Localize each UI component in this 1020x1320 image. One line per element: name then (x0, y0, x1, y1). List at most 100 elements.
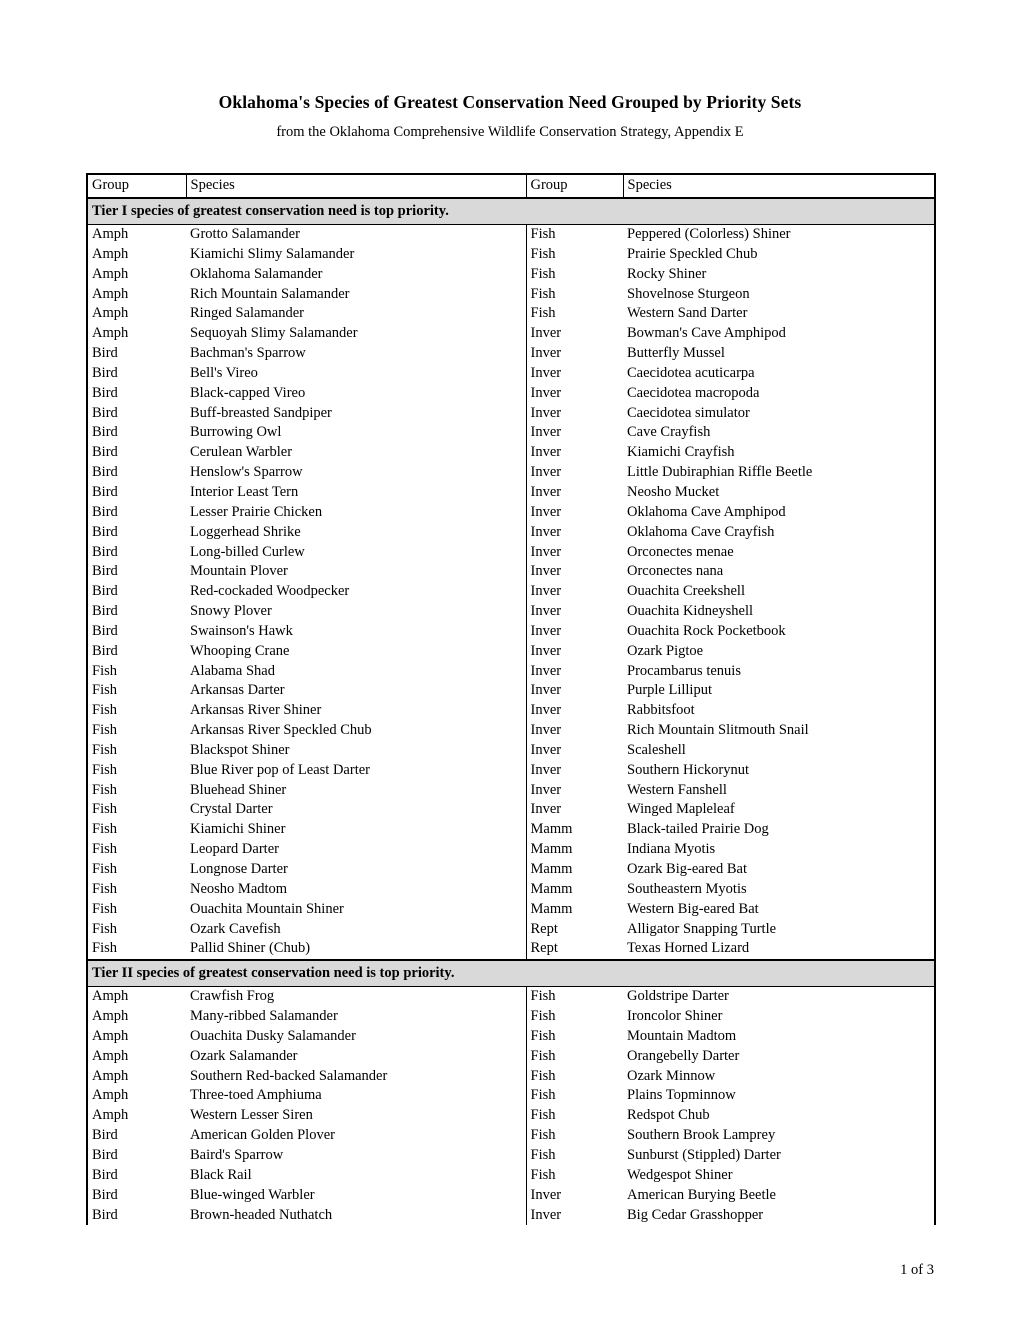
table-row: Amph Ozark Salamander Fish Orangebelly Dart… (87, 1046, 935, 1067)
cell-species-left: Whooping Crane (190, 642, 290, 659)
table-row: Bird Bachman's Sparrow Inver Butterfly Muss… (87, 344, 935, 364)
cell-species-right: Rich Mountain Slitmouth Snail (627, 722, 809, 739)
cell-species-left: Loggerhead Shrike (190, 523, 301, 540)
cell-species-left: Bluehead Shiner (190, 781, 287, 798)
cell-species-left: Ozark Cavefish (190, 920, 281, 937)
cell-group-left: Bird (92, 503, 118, 520)
cell-species-left: Mountain Plover (190, 563, 288, 580)
cell-group-left: Amph (92, 1047, 129, 1064)
table-row: Fish Arkansas Darter Inver Purple Lilliput (87, 681, 935, 702)
cell-group-right: Mamm (525, 840, 623, 860)
cell-group-right: Inver (525, 681, 623, 702)
cell-species-left: Blue-winged Warbler (190, 1186, 315, 1203)
cell-group-left: Fish (92, 861, 117, 877)
cell-group-right: Inver (525, 740, 623, 761)
column-header-group-right: Group (525, 173, 623, 199)
cell-species-right: Mountain Madtom (627, 1027, 737, 1044)
cell-species-right: Southeastern Myotis (627, 880, 747, 897)
cell-species-left: Crawfish Frog (190, 988, 275, 1005)
cell-species-right: Ouachita Creekshell (627, 583, 745, 600)
cell-group-left: Fish (92, 682, 117, 699)
cell-group-left: Bird (92, 1186, 118, 1203)
cell-species-left: Bell's Vireo (190, 364, 258, 381)
table-row: Fish Arkansas River Speckled Chub Inver Ric… (87, 721, 935, 741)
cell-group-right: Fish (525, 1086, 623, 1107)
cell-group-right: Inver (525, 522, 623, 543)
cell-species-right: Sunburst (Stippled) Darter (627, 1146, 781, 1163)
cell-species-right: Neosho Mucket (627, 483, 720, 500)
cell-species-right: Texas Horned Lizard (623, 939, 935, 962)
cell-group-right: Fish (525, 1046, 623, 1067)
table-body: Tier I species of greatest conservation … (87, 198, 935, 1226)
cell-species-left: Ringed Salamander (190, 305, 304, 322)
cell-species-left: Long-billed Curlew (190, 543, 305, 560)
cell-species-right: Black-tailed Prairie Dog (627, 821, 769, 838)
cell-species-left: Rich Mountain Salamander (190, 285, 350, 302)
cell-species-left: Blackspot Shiner (190, 741, 290, 758)
table-row: Fish Longnose Darter Mamm Ozark Big-eared B… (87, 860, 935, 880)
cell-group-left: Fish (92, 841, 117, 858)
cell-species-right: Ironcolor Shiner (627, 1008, 723, 1025)
cell-group-right: Rept (525, 939, 623, 962)
table-row: Fish Blue River pop of Least Darter Inver S… (87, 760, 935, 781)
cell-group-left: Bird (92, 345, 118, 362)
cell-group-left: Bird (92, 464, 118, 481)
cell-group-right: Fish (525, 1026, 623, 1047)
cell-species-right: Big Cedar Grasshopper (627, 1206, 764, 1223)
cell-group-left: Fish (92, 741, 117, 758)
cell-species-right: Rabbitsfoot (627, 702, 695, 719)
cell-species-right: Oklahoma Cave Crayfish (627, 523, 775, 540)
cell-group-left: Bird (92, 424, 118, 441)
cell-group-left: Amph (92, 285, 129, 302)
cell-group-left: Amph (92, 226, 129, 242)
cell-group-right: Inver (525, 701, 623, 722)
cell-species-left: Kiamichi Slimy Salamander (190, 245, 355, 262)
cell-group-left: Bird (92, 622, 118, 639)
cell-species-right: Caecidotea simulator (627, 404, 750, 421)
cell-species-left: Lesser Prairie Chicken (190, 503, 323, 520)
table-row: Bird Loggerhead Shrike Inver Oklahoma Cave … (87, 522, 935, 543)
cell-group-right: Mamm (525, 860, 623, 880)
tier-banner-label: Tier II species of greatest conservation… (87, 960, 935, 988)
cell-species-left: Red-cockaded Woodpecker (190, 583, 350, 600)
table-row: Amph Ringed Salamander Fish Western Sand Da… (87, 304, 935, 325)
cell-species-right: Ozark Minnow (627, 1067, 716, 1084)
cell-species-right: Western Sand Darter (627, 305, 748, 322)
cell-group-left: Bird (92, 563, 118, 580)
cell-group-right: Fish (525, 264, 623, 285)
table-row: Fish Pallid Shiner (Chub) Rept Texas Horned… (87, 939, 935, 962)
table-row: Fish Leopard Darter Mamm Indiana Myotis (87, 840, 935, 860)
cell-group-right: Inver (525, 721, 623, 741)
cell-species-right: Southern Brook Lamprey (627, 1127, 776, 1144)
cell-group-right: Inver (525, 324, 623, 345)
cell-group-right: Inver (525, 621, 623, 642)
table-row: Amph Grotto Salamander Fish Peppered (Color… (87, 224, 935, 245)
cell-species-left: Alabama Shad (190, 662, 275, 679)
cell-group-right: Rept (525, 919, 623, 940)
cell-group-right: Fish (525, 1066, 623, 1087)
cell-species-left: Ouachita Dusky Salamander (190, 1027, 356, 1044)
cell-group-left: Bird (92, 1166, 118, 1183)
cell-group-right: Fish (525, 1007, 623, 1027)
cell-group-left: Bird (92, 483, 118, 500)
cell-group-left: Fish (92, 781, 117, 798)
table-row: Bird Snowy Plover Inver Ouachita Kidneyshel… (87, 602, 935, 622)
table-row: Bird Whooping Crane Inver Ozark Pigtoe (87, 641, 935, 662)
cell-species-left: Black Rail (190, 1166, 252, 1183)
cell-species-left: Snowy Plover (190, 603, 272, 620)
table-row: Bird Black-capped Vireo Inver Caecidotea ma… (87, 383, 935, 404)
page-footer: 1 of 3 (900, 1262, 934, 1278)
table-row: Bird American Golden Plover Fish Southern B… (87, 1126, 935, 1146)
cell-species-right: Orconectes menae (627, 543, 734, 560)
cell-group-right: Mamm (525, 820, 623, 841)
cell-species-left: Western Lesser Siren (190, 1107, 313, 1124)
cell-species-right: Ouachita Rock Pocketbook (627, 622, 786, 639)
cell-group-left: Bird (92, 404, 118, 421)
cell-species-right: Scaleshell (627, 741, 686, 758)
cell-group-right: Fish (525, 1165, 623, 1186)
cell-group-left: Bird (92, 543, 118, 560)
cell-species-right: Bowman's Cave Amphipod (627, 325, 786, 342)
table-row: Amph Ouachita Dusky Salamander Fish Mountai… (87, 1026, 935, 1047)
cell-group-left: Fish (92, 880, 117, 897)
cell-species-left: Henslow's Sparrow (190, 464, 303, 481)
